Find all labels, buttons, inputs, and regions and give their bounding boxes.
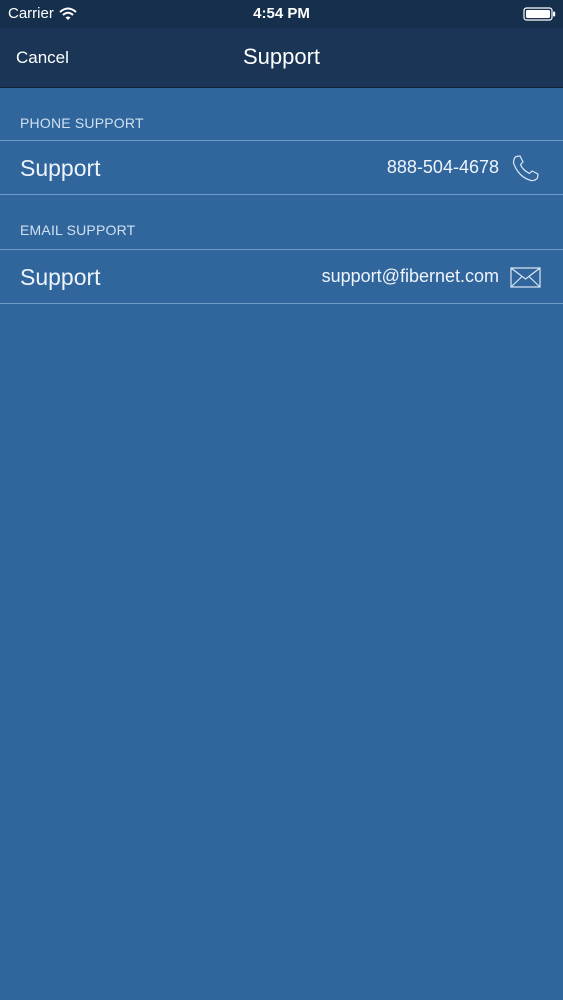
status-time: 4:54 PM: [253, 5, 310, 22]
support-list: PHONE SUPPORT Support 888-504-4678 EMAIL…: [0, 88, 563, 304]
status-bar: Carrier 4:54 PM: [0, 0, 563, 28]
row-label: Support: [20, 264, 101, 290]
row-label: Support: [20, 155, 101, 181]
section-header-phone-support: PHONE SUPPORT: [20, 115, 144, 131]
section-header-email-support: EMAIL SUPPORT: [20, 222, 136, 238]
phone-number[interactable]: 888-504-4678: [387, 155, 499, 179]
phone-support-row[interactable]: Support 888-504-4678: [0, 140, 563, 195]
envelope-icon[interactable]: [510, 262, 541, 293]
email-support-row[interactable]: Support support@fibernet.com: [0, 249, 563, 304]
email-address[interactable]: support@fibernet.com: [322, 264, 499, 288]
battery-icon: [523, 7, 557, 21]
navigation-bar: Cancel Support: [0, 28, 563, 88]
page-title: Support: [242, 44, 321, 69]
phone-icon[interactable]: [510, 153, 541, 184]
